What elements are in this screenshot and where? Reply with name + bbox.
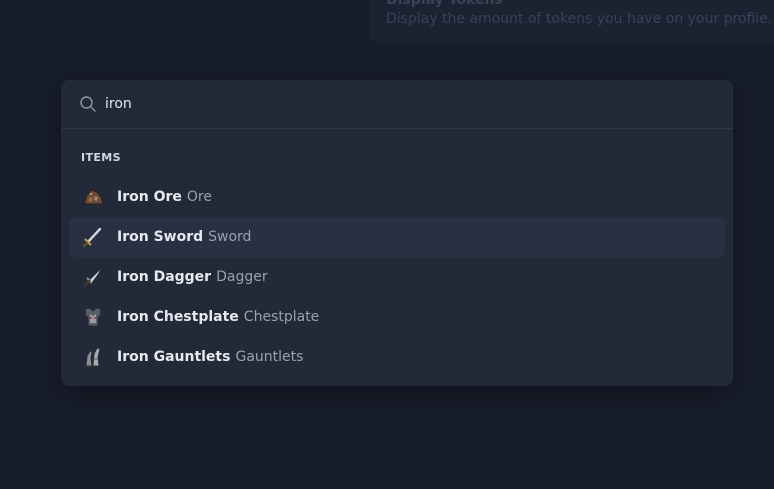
result-item-type: Chestplate xyxy=(243,309,320,325)
result-item-type: Ore xyxy=(186,189,212,205)
setting-description: Display the amount of tokens you have on… xyxy=(386,11,773,27)
result-item-name: Iron Sword xyxy=(117,229,204,245)
result-item-name: Iron Dagger xyxy=(117,269,212,285)
sword-icon xyxy=(81,225,105,249)
setting-title: Display Tokens xyxy=(386,0,503,8)
ore-icon xyxy=(81,185,105,209)
search-bar[interactable] xyxy=(61,80,733,129)
result-item-iron-chestplate[interactable]: Iron Chestplate Chestplate xyxy=(69,297,725,337)
dagger-icon xyxy=(81,265,105,289)
result-item-type: Gauntlets xyxy=(235,349,304,365)
result-item-name: Iron Gauntlets xyxy=(117,349,231,365)
result-item-iron-sword[interactable]: Iron Sword Sword xyxy=(69,217,725,257)
result-item-type: Dagger xyxy=(216,269,268,285)
result-item-iron-ore[interactable]: Iron Ore Ore xyxy=(69,177,725,217)
results-list: Iron Ore Ore Iron Sword Sword Iron Dagge… xyxy=(61,177,733,377)
result-item-iron-dagger[interactable]: Iron Dagger Dagger xyxy=(69,257,725,297)
result-item-name: Iron Chestplate xyxy=(117,309,239,325)
result-item-name: Iron Ore xyxy=(117,189,182,205)
section-heading-items: ITEMS xyxy=(81,151,121,164)
search-input[interactable] xyxy=(105,96,665,112)
gauntlets-icon xyxy=(81,345,105,369)
result-item-type: Sword xyxy=(208,229,252,245)
search-icon xyxy=(79,95,97,113)
chestplate-icon xyxy=(81,305,105,329)
command-palette: ITEMS Iron Ore Ore xyxy=(61,80,733,386)
result-item-iron-gauntlets[interactable]: Iron Gauntlets Gauntlets xyxy=(69,337,725,377)
